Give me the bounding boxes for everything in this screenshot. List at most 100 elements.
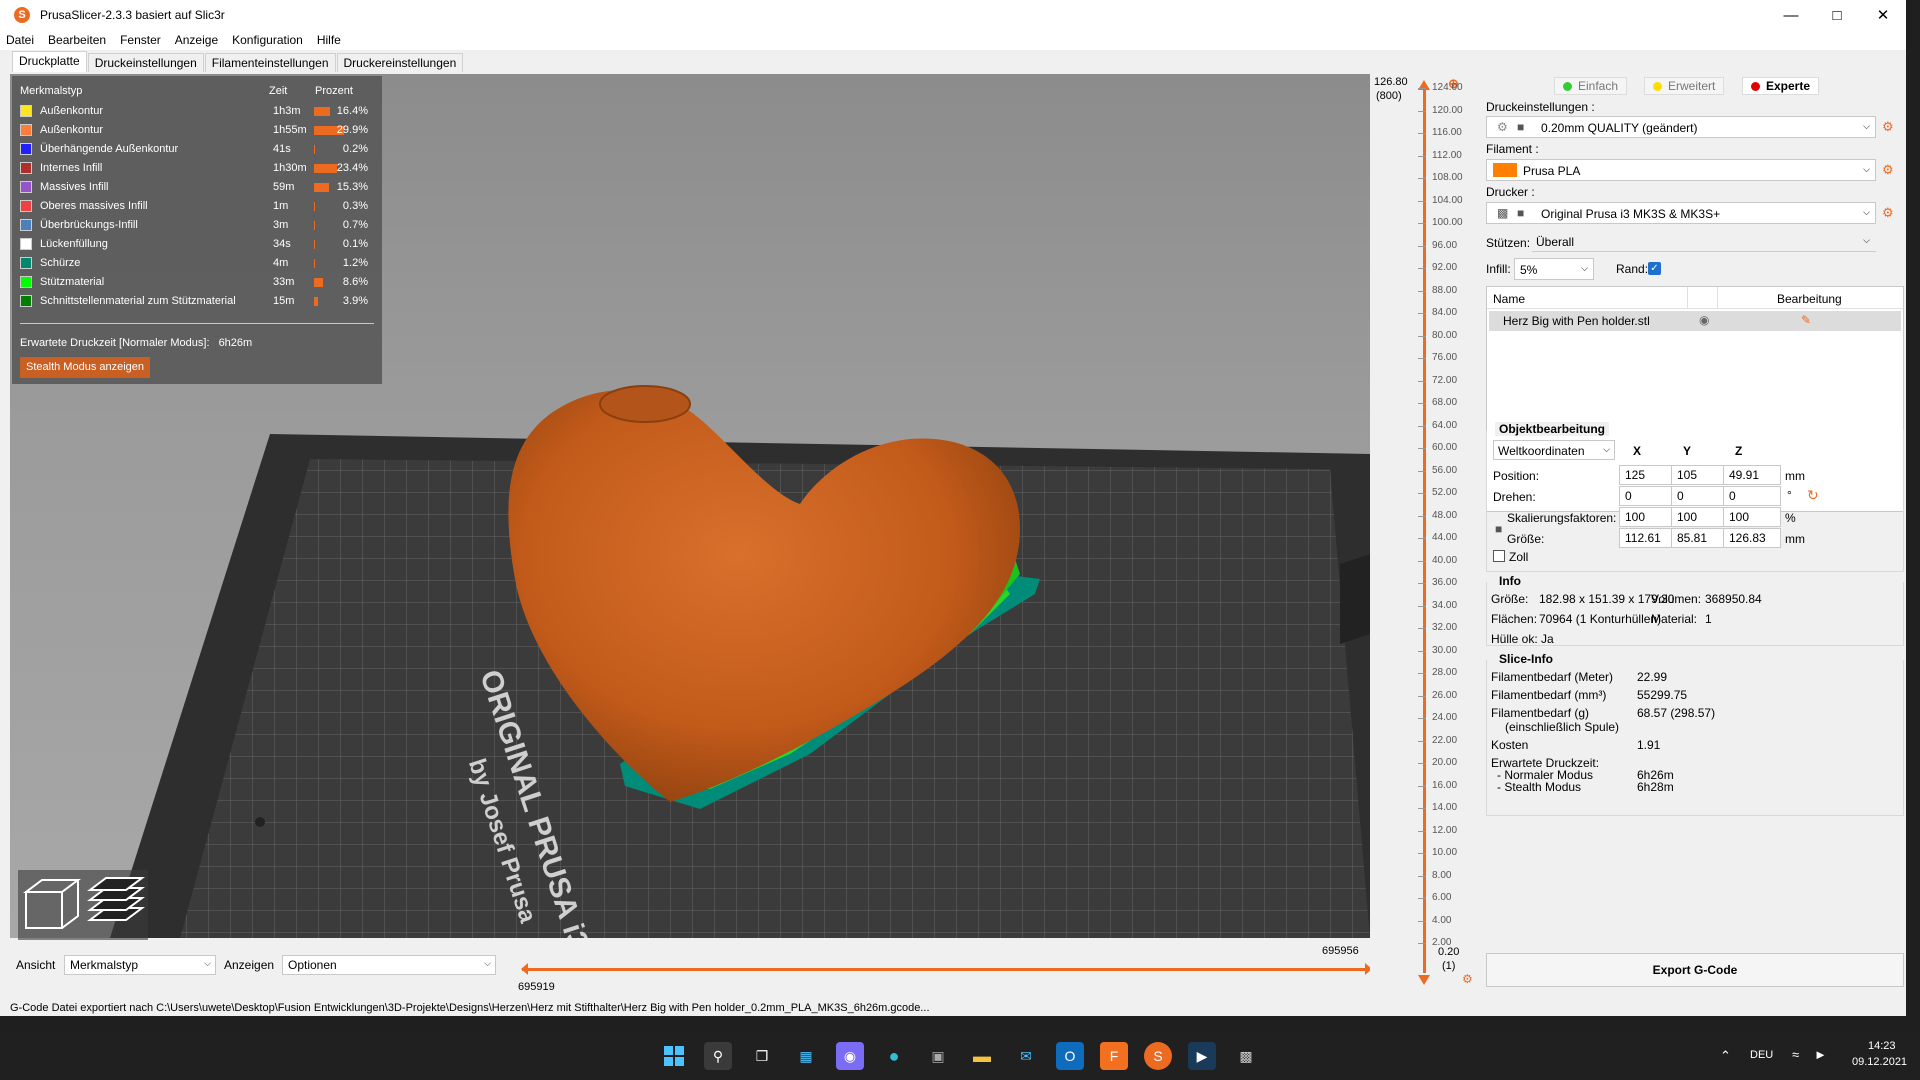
info-size-label: Größe: xyxy=(1491,592,1529,606)
fusion-icon[interactable]: F xyxy=(1100,1042,1128,1070)
task-view-icon[interactable]: ❐ xyxy=(748,1042,776,1070)
layer-top-value: 126.80 xyxy=(1374,76,1408,88)
widgets-icon[interactable]: ▦ xyxy=(792,1042,820,1070)
tab-bar: Druckplatte Druckeinstellungen Filamente… xyxy=(0,50,1906,72)
layer-tick-label: 32.00 xyxy=(1417,622,1458,633)
size-z-input[interactable]: 126.83 xyxy=(1723,528,1781,548)
menu-hilfe[interactable]: Hilfe xyxy=(317,33,341,47)
scale-x-input[interactable]: 100 xyxy=(1619,507,1677,527)
object-edit-title: Objektbearbeitung xyxy=(1495,422,1610,436)
rotate-label: Drehen: xyxy=(1493,490,1536,504)
minimize-icon[interactable]: — xyxy=(1768,0,1814,30)
mode-advanced-button[interactable]: Erweitert xyxy=(1644,77,1725,95)
chevron-up-icon[interactable]: ⌃ xyxy=(1720,1048,1731,1064)
menu-bearbeiten[interactable]: Bearbeiten xyxy=(48,33,106,47)
eye-icon[interactable]: ◉ xyxy=(1699,313,1709,327)
outlook-icon[interactable]: O xyxy=(1056,1042,1084,1070)
mode-expert-button[interactable]: Experte xyxy=(1742,77,1820,95)
info-faces-label: Flächen: xyxy=(1491,612,1538,626)
layers-view-icon[interactable] xyxy=(87,877,145,921)
edit-settings-icon[interactable]: ✎ xyxy=(1801,313,1811,327)
position-z-input[interactable]: 49.91 xyxy=(1723,465,1781,485)
coordinate-system-select[interactable]: Weltkoordinaten ⌵ xyxy=(1493,440,1615,460)
scale-y-input[interactable]: 100 xyxy=(1671,507,1729,527)
layer-tick-label: 48.00 xyxy=(1417,509,1458,521)
view-type-select[interactable]: Merkmalstyp ⌵ xyxy=(64,955,216,975)
legend-feature-time: 1h30m xyxy=(273,162,307,174)
layer-tick-label: 100.00 xyxy=(1418,217,1463,228)
close-icon[interactable]: ✕ xyxy=(1860,0,1906,30)
legend-feature-percent: 16.4% xyxy=(336,105,368,117)
gcode-viewer-icon[interactable]: ▶ xyxy=(1188,1042,1216,1070)
inch-checkbox[interactable] xyxy=(1493,550,1505,562)
legend-row: Massives Infill 59m 15.3% xyxy=(20,178,374,197)
print-settings-select[interactable]: ⚙ ■ 0.20mm QUALITY (geändert) ⌵ xyxy=(1486,116,1876,138)
mode-simple-button[interactable]: Einfach xyxy=(1554,77,1628,95)
view-type-value: Merkmalstyp xyxy=(70,958,139,972)
printer-icon: ▩ xyxy=(1497,206,1509,220)
lock-icon[interactable]: ■ xyxy=(1495,522,1502,536)
store-icon[interactable]: ▣ xyxy=(924,1042,952,1070)
filament-gear-icon[interactable]: ⚙ xyxy=(1882,162,1894,178)
tab-druckeinstellungen[interactable]: Druckeinstellungen xyxy=(87,53,204,72)
layer-tick-label: 36.00 xyxy=(1417,577,1458,588)
wifi-icon[interactable]: ≈ xyxy=(1792,1047,1799,1062)
mail-icon[interactable]: ✉ xyxy=(1012,1042,1040,1070)
legend-feature-percent: 0.3% xyxy=(342,200,368,212)
tab-druckereinstellungen[interactable]: Druckereinstellungen xyxy=(336,53,464,72)
infill-select[interactable]: 5% ⌵ xyxy=(1514,258,1594,280)
chevron-down-icon: ⌵ xyxy=(1863,121,1870,131)
language-indicator[interactable]: DEU xyxy=(1750,1049,1773,1061)
tab-druckplatte[interactable]: Druckplatte xyxy=(12,51,87,72)
menu-datei[interactable]: Datei xyxy=(6,33,34,47)
maximize-icon[interactable]: □ xyxy=(1814,0,1860,30)
rotate-x-input[interactable]: 0 xyxy=(1619,486,1677,506)
printer-gear-icon[interactable]: ⚙ xyxy=(1882,205,1894,221)
layer-slider[interactable]: 126.80 (800) ⊕ 124.00 120.00 116.00 112.00 1… xyxy=(1370,74,1474,1000)
gear-icon[interactable]: ⚙ xyxy=(1462,972,1473,986)
rotate-y-input[interactable]: 0 xyxy=(1671,486,1729,506)
tab-filamenteinstellungen[interactable]: Filamenteinstellungen xyxy=(204,53,336,72)
file-explorer-icon[interactable]: ▬ xyxy=(968,1042,996,1070)
estimated-print-time: Erwartete Druckzeit [Normaler Modus]: 6h… xyxy=(20,337,252,349)
info-material-value: 1 xyxy=(1705,612,1712,626)
search-icon[interactable]: ⚲ xyxy=(704,1042,732,1070)
legend-color-swatch xyxy=(20,181,32,193)
teams-chat-icon[interactable]: ◉ xyxy=(836,1042,864,1070)
position-x-input[interactable]: 125 xyxy=(1619,465,1677,485)
slice-info-label: Kosten xyxy=(1491,738,1529,752)
chevron-down-icon: ⌵ xyxy=(1603,444,1610,454)
brim-checkbox[interactable]: ✓ xyxy=(1648,262,1661,275)
menu-anzeige[interactable]: Anzeige xyxy=(175,33,218,47)
layer-tick-label: 108.00 xyxy=(1418,172,1463,183)
scale-z-input[interactable]: 100 xyxy=(1723,507,1781,527)
printer-app-icon[interactable]: ▩ xyxy=(1232,1042,1260,1070)
settings-icon: ⚙ xyxy=(1497,120,1508,134)
layer-bottom-handle[interactable] xyxy=(1418,974,1430,985)
print-settings-gear-icon[interactable]: ⚙ xyxy=(1882,119,1894,135)
size-y-input[interactable]: 85.81 xyxy=(1671,528,1729,548)
legend-feature-time: 59m xyxy=(273,181,295,193)
volume-icon[interactable]: ► xyxy=(1814,1047,1827,1062)
rotate-z-input[interactable]: 0 xyxy=(1723,486,1781,506)
windows-start-icon[interactable] xyxy=(660,1042,688,1070)
printer-select[interactable]: ▩ ■ Original Prusa i3 MK3S & MK3S+ ⌵ xyxy=(1486,202,1876,224)
position-y-input[interactable]: 105 xyxy=(1671,465,1729,485)
legend-feature-time: 4m xyxy=(273,257,289,269)
prusaslicer-taskbar-icon[interactable]: S xyxy=(1144,1042,1172,1070)
supports-select[interactable]: Überall ⌵ xyxy=(1532,232,1876,252)
export-gcode-button[interactable]: Export G-Code xyxy=(1486,953,1904,987)
info-volume-label: Volumen: xyxy=(1651,592,1702,606)
edge-icon[interactable]: ● xyxy=(880,1042,908,1070)
filament-select[interactable]: Prusa PLA ⌵ xyxy=(1486,159,1876,181)
layer-tick-label: 8.00 xyxy=(1417,869,1452,881)
stealth-mode-button[interactable]: Stealth Modus anzeigen xyxy=(20,357,151,378)
object-list-item[interactable]: Herz Big with Pen holder.stl ◉ ✎ xyxy=(1489,311,1901,331)
legend-row: Stützmaterial 33m 8.6% xyxy=(20,273,374,292)
horizontal-move-slider[interactable] xyxy=(521,962,1372,976)
menu-fenster[interactable]: Fenster xyxy=(120,33,161,47)
size-x-input[interactable]: 112.61 xyxy=(1619,528,1677,548)
menu-konfiguration[interactable]: Konfiguration xyxy=(232,33,303,47)
show-options-select[interactable]: Optionen ⌵ xyxy=(282,955,496,975)
reset-rotation-icon[interactable]: ↻ xyxy=(1807,487,1819,504)
